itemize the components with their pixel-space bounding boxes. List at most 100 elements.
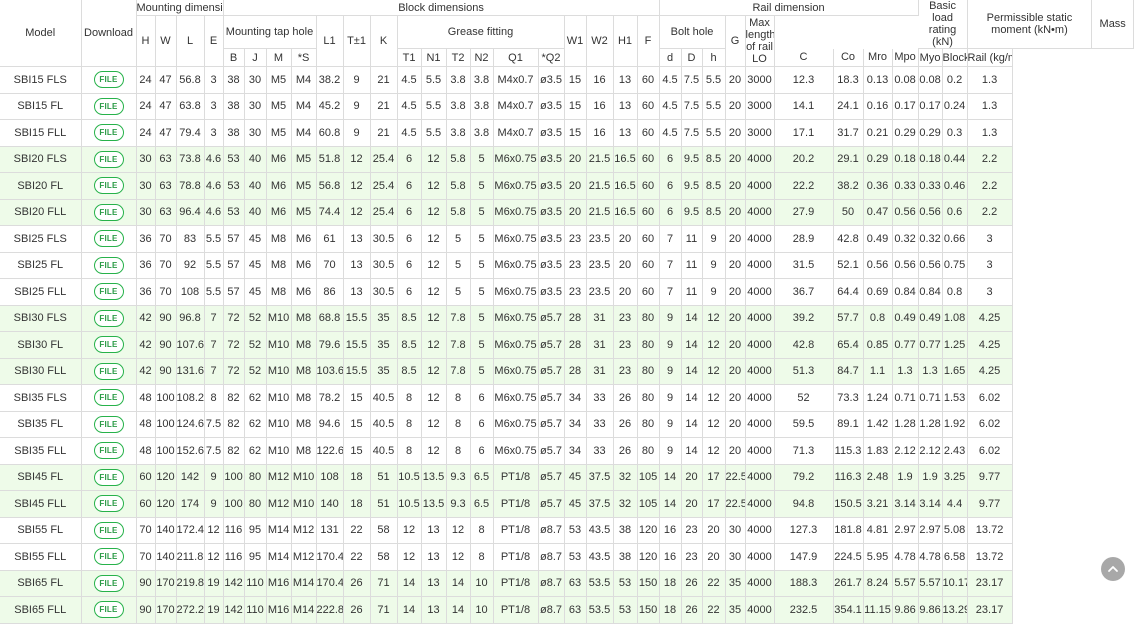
file-download-button[interactable]: FILE xyxy=(93,601,124,619)
cell-n1: 12 xyxy=(421,172,447,200)
cell-download: FILE xyxy=(81,225,137,253)
cell-myo: 2.12 xyxy=(918,437,943,465)
file-download-button[interactable]: FILE xyxy=(93,442,124,460)
cell-co: 57.7 xyxy=(833,305,864,332)
cell-d: 14 xyxy=(659,464,682,491)
cell-n2: 6.5 xyxy=(470,490,494,518)
file-download-button[interactable]: FILE xyxy=(93,283,124,301)
file-download-button[interactable]: FILE xyxy=(93,362,124,380)
cell-mpo: 0.08 xyxy=(892,66,919,94)
cell-m: M8 xyxy=(266,252,292,279)
cell-q2: ø3.5 xyxy=(538,278,565,306)
cell-model: SBI45 FLL xyxy=(0,490,82,518)
cell-t1: 8 xyxy=(397,437,422,465)
cell-rail: 2.2 xyxy=(967,146,1013,173)
cell-q2: ø5.7 xyxy=(538,305,565,332)
cell-n2: 3.8 xyxy=(470,66,494,94)
cell-q1: M6x0.75 xyxy=(493,146,539,173)
cell-w: 170 xyxy=(155,570,177,597)
cell-t: 26 xyxy=(343,570,371,597)
cell-f: 150 xyxy=(637,570,660,597)
file-download-button[interactable]: FILE xyxy=(93,230,124,248)
file-download-button[interactable]: FILE xyxy=(93,468,124,486)
cell-g: 35 xyxy=(725,570,746,597)
cell-n1: 12 xyxy=(421,437,447,465)
col-header-M: M xyxy=(266,48,292,67)
cell-n2: 5 xyxy=(470,305,494,332)
file-download-button[interactable]: FILE xyxy=(93,309,124,327)
file-download-button[interactable]: FILE xyxy=(93,336,124,354)
file-download-button[interactable]: FILE xyxy=(93,548,124,566)
file-download-button[interactable]: FILE xyxy=(93,256,124,274)
cell-l: 108.2 xyxy=(176,384,205,412)
file-download-button[interactable]: FILE xyxy=(93,97,124,115)
file-download-button[interactable]: FILE xyxy=(93,495,124,513)
cell-e: 12 xyxy=(204,517,224,544)
cell-co: 115.3 xyxy=(833,437,864,465)
cell-e: 7 xyxy=(204,331,224,359)
cell-block: 0.6 xyxy=(942,199,968,226)
cell-mro: 1.42 xyxy=(863,411,893,438)
col-header-max-length-rail: Max length of rail LO xyxy=(745,15,775,67)
cell-w: 100 xyxy=(155,411,177,438)
cell-j: 30 xyxy=(244,66,267,94)
table-row: SBI30 FLL FILE 42 90 131.6 7 72 52 M10 M8 103.6 15.… xyxy=(0,358,1134,385)
cell-m: M6 xyxy=(266,199,292,226)
file-download-button[interactable]: FILE xyxy=(93,415,124,433)
cell-c: 147.9 xyxy=(774,543,834,571)
cell-f: 120 xyxy=(637,543,660,571)
scroll-to-top-button[interactable] xyxy=(1101,557,1125,581)
cell-b: 38 xyxy=(223,119,245,147)
cell-k: 21 xyxy=(370,119,398,147)
spec-table-container: Model Download Mounting dimension Block … xyxy=(0,0,1134,624)
file-download-button[interactable]: FILE xyxy=(93,124,124,142)
cell-t: 15.5 xyxy=(343,358,371,385)
cell-s: M8 xyxy=(291,305,317,332)
cell-k: 21 xyxy=(370,66,398,94)
cell-w2: 16 xyxy=(586,66,614,94)
file-download-button[interactable]: FILE xyxy=(93,521,124,539)
file-download-button[interactable]: FILE xyxy=(93,177,124,195)
cell-co: 150.5 xyxy=(833,490,864,518)
cell-k: 25.4 xyxy=(370,172,398,200)
cell-d: 26 xyxy=(681,596,703,624)
cell-g: 20 xyxy=(725,199,746,226)
cell-t2: 7.8 xyxy=(446,305,471,332)
cell-mpo: 0.77 xyxy=(892,331,919,359)
cell-h: 12 xyxy=(702,411,726,438)
cell-download: FILE xyxy=(81,490,137,518)
cell-mro: 1.1 xyxy=(863,358,893,385)
cell-n2: 6 xyxy=(470,384,494,412)
cell-w1: 63 xyxy=(564,570,587,597)
cell-s: M8 xyxy=(291,437,317,465)
cell-c: 232.5 xyxy=(774,596,834,624)
file-download-button[interactable]: FILE xyxy=(93,150,124,168)
cell-n2: 5 xyxy=(470,199,494,226)
cell-co: 18.3 xyxy=(833,66,864,94)
cell-e: 5.5 xyxy=(204,225,224,253)
cell-q1: M6x0.75 xyxy=(493,305,539,332)
group-header-permissible-static-moment: Permissible static moment (kN•m) xyxy=(967,0,1093,49)
cell-model: SBI55 FLL xyxy=(0,543,82,571)
cell-d: 18 xyxy=(659,570,682,597)
cell-block: 0.3 xyxy=(942,119,968,147)
cell-model: SBI30 FL xyxy=(0,331,82,359)
file-download-button[interactable]: FILE xyxy=(93,574,124,592)
group-header-mass: Mass xyxy=(1091,0,1134,49)
file-download-button[interactable]: FILE xyxy=(93,203,124,221)
cell-download: FILE xyxy=(81,146,137,173)
cell-w: 170 xyxy=(155,596,177,624)
cell-block: 0.8 xyxy=(942,278,968,306)
cell-h: 5.5 xyxy=(702,93,726,120)
cell-w1: 28 xyxy=(564,331,587,359)
cell-l1: 68.8 xyxy=(316,305,344,332)
cell-j: 40 xyxy=(244,146,267,173)
cell-model: SBI15 FLL xyxy=(0,119,82,147)
cell-b: 57 xyxy=(223,278,245,306)
file-download-button[interactable]: FILE xyxy=(93,389,124,407)
col-header-model: Model xyxy=(0,0,82,67)
cell-block: 1.92 xyxy=(942,411,968,438)
file-download-button[interactable]: FILE xyxy=(93,71,124,89)
cell-q2: ø3.5 xyxy=(538,199,565,226)
cell-l1: 222.8 xyxy=(316,596,344,624)
